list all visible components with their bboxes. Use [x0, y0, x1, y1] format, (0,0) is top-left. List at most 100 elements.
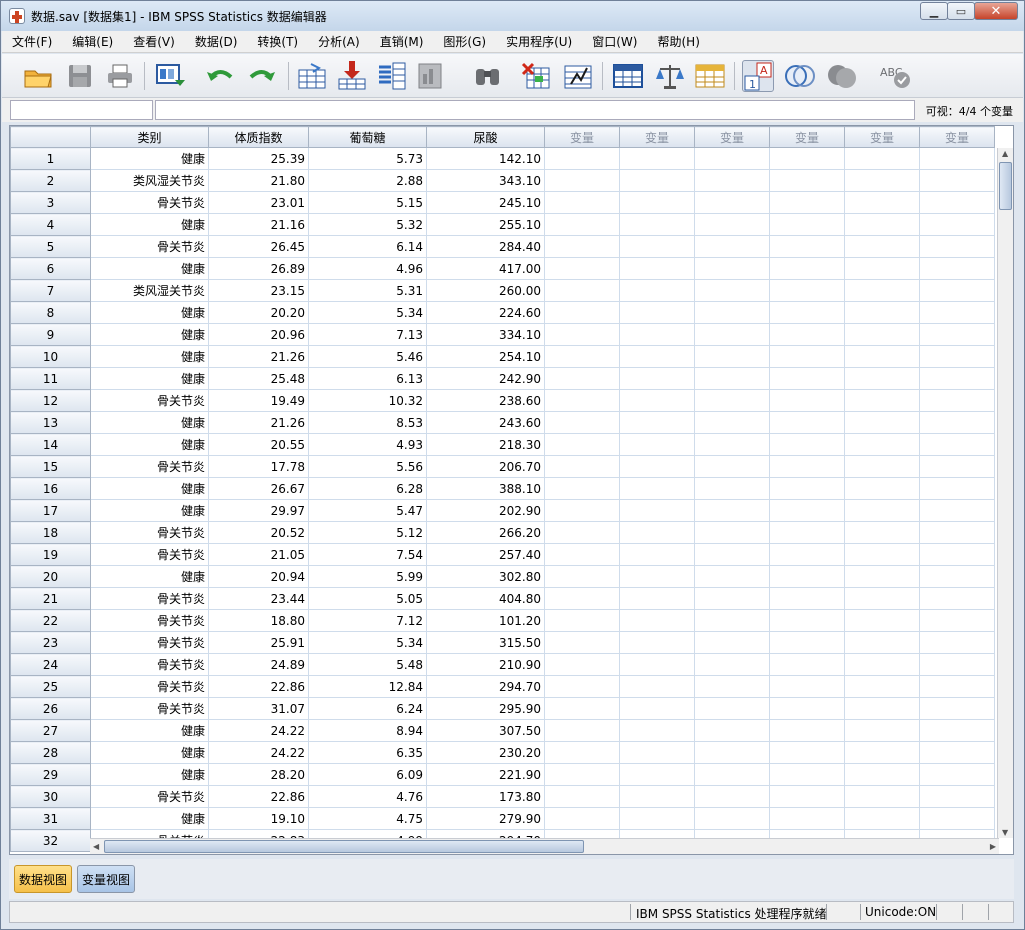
cell-empty[interactable] [619, 697, 695, 720]
cell-empty[interactable] [544, 301, 620, 324]
cell-uric-acid[interactable]: 238.60 [426, 389, 545, 412]
cell-empty[interactable] [619, 169, 695, 192]
goto-variable-icon[interactable] [336, 60, 368, 92]
cell-bmi[interactable]: 31.07 [208, 697, 309, 720]
cell-empty[interactable] [769, 807, 845, 830]
cell-empty[interactable] [844, 543, 920, 566]
cell-empty[interactable] [619, 279, 695, 302]
cell-empty[interactable] [769, 477, 845, 500]
cell-empty[interactable] [844, 609, 920, 632]
cell-glucose[interactable]: 5.05 [308, 587, 427, 610]
scroll-left-icon[interactable]: ◀ [93, 842, 99, 851]
cell-category[interactable]: 健康 [90, 433, 209, 456]
row-number[interactable]: 6 [10, 257, 91, 280]
cell-uric-acid[interactable]: 266.20 [426, 521, 545, 544]
cell-empty[interactable] [619, 367, 695, 390]
table-row[interactable]: 2 类风湿关节炎 21.80 2.88 343.10 [10, 169, 995, 192]
cell-category[interactable]: 健康 [90, 807, 209, 830]
cell-bmi[interactable]: 29.97 [208, 499, 309, 522]
cell-glucose[interactable]: 6.24 [308, 697, 427, 720]
cell-empty[interactable] [619, 301, 695, 324]
table-row[interactable]: 6 健康 26.89 4.96 417.00 [10, 257, 995, 280]
cell-bmi[interactable]: 25.91 [208, 631, 309, 654]
cell-empty[interactable] [919, 653, 995, 676]
cell-category[interactable]: 健康 [90, 323, 209, 346]
cell-empty[interactable] [619, 763, 695, 786]
cell-empty[interactable] [544, 411, 620, 434]
cell-empty[interactable] [769, 565, 845, 588]
cell-empty[interactable] [619, 411, 695, 434]
cell-empty[interactable] [619, 785, 695, 808]
show-all-variables-icon[interactable] [826, 60, 858, 92]
cell-uric-acid[interactable]: 294.70 [426, 675, 545, 698]
cell-empty[interactable] [694, 521, 770, 544]
table-row[interactable]: 28 健康 24.22 6.35 230.20 [10, 741, 995, 764]
cell-empty[interactable] [694, 807, 770, 830]
row-number[interactable]: 2 [10, 169, 91, 192]
cell-uric-acid[interactable]: 295.90 [426, 697, 545, 720]
cell-empty[interactable] [619, 719, 695, 742]
cell-empty[interactable] [919, 433, 995, 456]
cell-empty[interactable] [619, 741, 695, 764]
cell-bmi[interactable]: 22.86 [208, 785, 309, 808]
cell-bmi[interactable]: 21.26 [208, 411, 309, 434]
cell-empty[interactable] [919, 367, 995, 390]
cell-glucose[interactable]: 6.28 [308, 477, 427, 500]
cell-empty[interactable] [769, 147, 845, 170]
cell-empty[interactable] [919, 411, 995, 434]
cell-bmi[interactable]: 19.49 [208, 389, 309, 412]
vertical-scroll-thumb[interactable] [999, 162, 1012, 210]
maximize-button[interactable]: ▭ [947, 2, 975, 20]
find-icon[interactable] [472, 60, 504, 92]
cell-empty[interactable] [694, 565, 770, 588]
row-number[interactable]: 13 [10, 411, 91, 434]
cell-category[interactable]: 类风湿关节炎 [90, 169, 209, 192]
row-number[interactable]: 10 [10, 345, 91, 368]
cell-uric-acid[interactable]: 206.70 [426, 455, 545, 478]
cell-empty[interactable] [769, 301, 845, 324]
table-row[interactable]: 25 骨关节炎 22.86 12.84 294.70 [10, 675, 995, 698]
table-row[interactable]: 15 骨关节炎 17.78 5.56 206.70 [10, 455, 995, 478]
cell-bmi[interactable]: 17.78 [208, 455, 309, 478]
row-number[interactable]: 31 [10, 807, 91, 830]
row-number[interactable]: 7 [10, 279, 91, 302]
row-number[interactable]: 4 [10, 213, 91, 236]
cell-uric-acid[interactable]: 417.00 [426, 257, 545, 280]
cell-empty[interactable] [919, 565, 995, 588]
cell-empty[interactable] [919, 499, 995, 522]
row-number[interactable]: 19 [10, 543, 91, 566]
cell-bmi[interactable]: 21.16 [208, 213, 309, 236]
cell-empty[interactable] [694, 543, 770, 566]
cell-uric-acid[interactable]: 315.50 [426, 631, 545, 654]
cell-empty[interactable] [919, 807, 995, 830]
cell-empty[interactable] [844, 499, 920, 522]
cell-uric-acid[interactable]: 307.50 [426, 719, 545, 742]
cell-empty[interactable] [694, 697, 770, 720]
cell-empty[interactable] [919, 477, 995, 500]
cell-empty[interactable] [694, 433, 770, 456]
cell-empty[interactable] [769, 367, 845, 390]
cell-glucose[interactable]: 5.15 [308, 191, 427, 214]
cell-empty[interactable] [544, 279, 620, 302]
cell-empty[interactable] [694, 785, 770, 808]
cell-empty[interactable] [694, 389, 770, 412]
cell-empty[interactable] [919, 389, 995, 412]
cell-uric-acid[interactable]: 173.80 [426, 785, 545, 808]
tab-data-view[interactable]: 数据视图 [14, 865, 73, 893]
row-number[interactable]: 27 [10, 719, 91, 742]
column-header-empty-variable[interactable]: 变量 [694, 126, 770, 148]
use-sets-icon[interactable] [784, 60, 816, 92]
row-number[interactable]: 8 [10, 301, 91, 324]
cell-empty[interactable] [544, 565, 620, 588]
cell-uric-acid[interactable]: 243.60 [426, 411, 545, 434]
column-header-glucose[interactable]: 葡萄糖 [308, 126, 427, 148]
cell-empty[interactable] [619, 345, 695, 368]
cell-category[interactable]: 骨关节炎 [90, 587, 209, 610]
cell-empty[interactable] [544, 697, 620, 720]
cell-glucose[interactable]: 6.09 [308, 763, 427, 786]
column-header-empty-variable[interactable]: 变量 [619, 126, 695, 148]
cell-empty[interactable] [844, 477, 920, 500]
cell-bmi[interactable]: 24.22 [208, 741, 309, 764]
goto-case-icon[interactable] [296, 60, 328, 92]
row-number[interactable]: 16 [10, 477, 91, 500]
